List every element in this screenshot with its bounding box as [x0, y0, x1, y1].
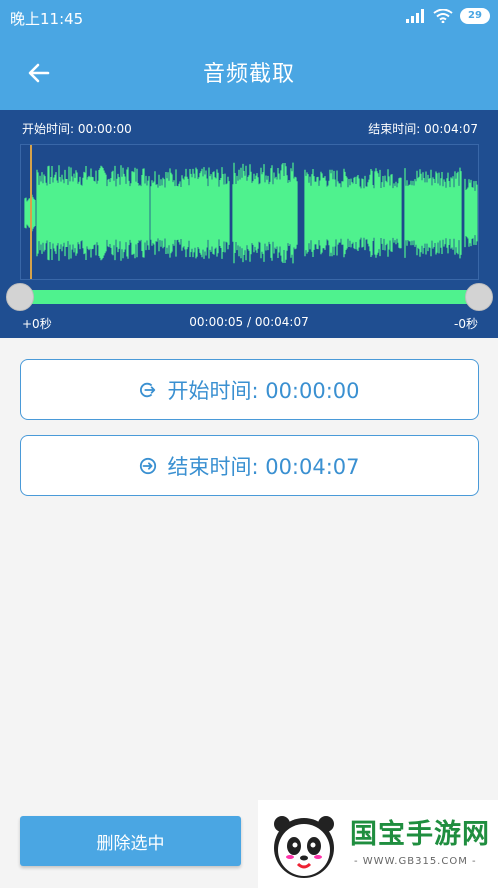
- waveform-path: [24, 162, 478, 264]
- status-icons: 29: [406, 8, 490, 24]
- range-end-handle[interactable]: [465, 283, 493, 311]
- arrow-right-circle-icon: [140, 457, 157, 474]
- signal-icon: [406, 9, 424, 23]
- waveform-panel: 开始时间: 00:00:00 结束时间: 00:04:07 +0秒 00:00:…: [0, 110, 498, 338]
- page-title: 音频截取: [202, 62, 295, 87]
- end-time-button-label: 结束时间: 00:04:07: [167, 454, 360, 479]
- start-time-button-label: 开始时间: 00:00:00: [167, 378, 360, 403]
- start-time-button[interactable]: 开始时间: 00:00:00: [20, 359, 479, 420]
- watermark-text: 国宝手游网: [350, 819, 490, 850]
- range-start-handle[interactable]: [6, 283, 34, 311]
- battery-icon: 29: [460, 8, 490, 24]
- end-time-button[interactable]: 结束时间: 00:04:07: [20, 435, 479, 496]
- delete-selection-label: 删除选中: [96, 833, 165, 854]
- playhead-marker[interactable]: [30, 145, 32, 279]
- start-time-label: 开始时间: 00:00:00: [22, 122, 132, 136]
- right-offset-label: -0秒: [454, 317, 478, 331]
- range-slider-track[interactable]: [20, 290, 478, 304]
- waveform-graph: [24, 162, 478, 264]
- playback-position: 00:00:05 / 00:04:07: [189, 315, 309, 329]
- panda-logo-icon: [274, 816, 334, 878]
- waveform-view[interactable]: [20, 144, 479, 280]
- end-time-label: 结束时间: 00:04:07: [368, 122, 478, 136]
- status-bar: 晚上11:45 29: [0, 0, 498, 34]
- app-bar: 音频截取: [0, 34, 498, 110]
- watermark-url: - WWW.GB315.COM -: [354, 856, 477, 867]
- delete-selection-button[interactable]: 删除选中: [20, 816, 241, 866]
- wifi-icon: [433, 9, 453, 23]
- login-arrow-icon: [140, 382, 156, 397]
- status-time: 晚上11:45: [10, 10, 84, 28]
- watermark: 国宝手游网 - WWW.GB315.COM -: [258, 800, 498, 888]
